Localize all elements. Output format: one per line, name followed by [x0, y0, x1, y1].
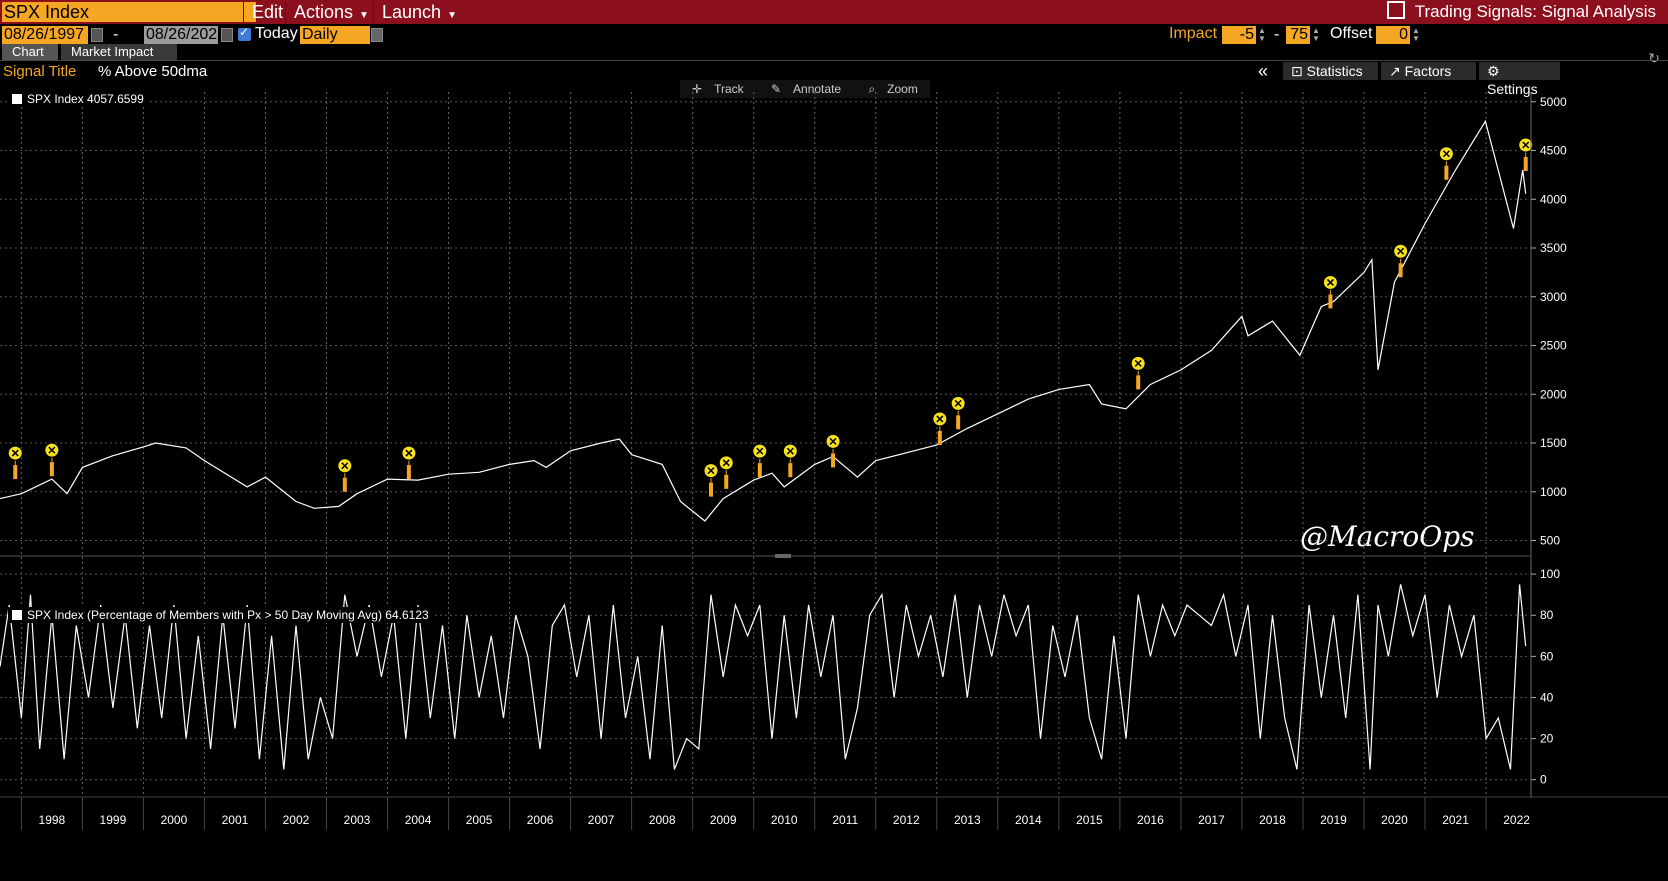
- y-tick-label: 5000: [1540, 95, 1567, 109]
- signal-impact-bar: [49, 462, 54, 477]
- signal-impact-bar: [1328, 294, 1333, 309]
- y-tick-label: 60: [1540, 649, 1554, 663]
- x-tick-label: 2014: [1015, 813, 1042, 827]
- breadth-legend-text: SPX Index (Percentage of Members with Px…: [27, 608, 429, 622]
- y-tick-label: 1000: [1540, 485, 1567, 499]
- x-tick-label: 2020: [1381, 813, 1408, 827]
- y-tick-label: 100: [1540, 567, 1560, 581]
- x-tick-label: 2012: [893, 813, 920, 827]
- x-tick-label: 2010: [771, 813, 798, 827]
- signal-impact-bar: [724, 474, 729, 489]
- legend-swatch: [12, 94, 22, 104]
- y-tick-label: 2500: [1540, 339, 1567, 353]
- x-tick-label: 2017: [1198, 813, 1225, 827]
- x-tick-label: 2006: [527, 813, 554, 827]
- signal-impact-bar: [342, 477, 347, 492]
- y-tick-label: 2000: [1540, 387, 1567, 401]
- y-tick-label: 500: [1540, 534, 1560, 548]
- y-tick-label: 3000: [1540, 290, 1567, 304]
- signal-impact-bar: [1444, 165, 1449, 180]
- y-tick-label: 1500: [1540, 436, 1567, 450]
- signal-impact-bar: [708, 482, 713, 497]
- x-tick-label: 2005: [466, 813, 493, 827]
- price-legend-text: SPX Index 4057.6599: [27, 92, 144, 106]
- signal-impact-bar: [937, 430, 942, 445]
- x-tick-label: 2001: [222, 813, 249, 827]
- x-tick-label: 2021: [1442, 813, 1469, 827]
- panel-resize-handle: [775, 554, 791, 558]
- charts-canvas[interactable]: 1998 1999 2000 2001 2002 2003 2004 2005 2006 2007…: [0, 0, 1668, 881]
- x-tick-label: 2004: [405, 813, 432, 827]
- y-tick-label: 3500: [1540, 241, 1567, 255]
- x-tick-label: 1999: [100, 813, 127, 827]
- signal-impact-bar: [1523, 156, 1528, 171]
- x-tick-label: 2018: [1259, 813, 1286, 827]
- watermark: @MacroOps: [1300, 520, 1475, 553]
- signal-impact-bar: [13, 465, 18, 480]
- x-tick-label: 2022: [1503, 813, 1530, 827]
- x-tick-label: 2002: [283, 813, 310, 827]
- x-tick-label: 2003: [344, 813, 371, 827]
- spx-price-line: [0, 119, 1527, 522]
- y-tick-label: 80: [1540, 608, 1554, 622]
- x-tick-label: 2013: [954, 813, 981, 827]
- x-tick-label: 2016: [1137, 813, 1164, 827]
- signal-impact-bar: [1398, 263, 1403, 278]
- breadth-legend: SPX Index (Percentage of Members with Px…: [8, 607, 433, 623]
- legend-swatch: [12, 610, 22, 620]
- signal-impact-bar: [757, 463, 762, 478]
- y-tick-label: 4000: [1540, 192, 1567, 206]
- price-legend: SPX Index 4057.6599: [8, 91, 148, 107]
- y-tick-label: 0: [1540, 773, 1547, 787]
- signal-impact-bar: [788, 463, 793, 478]
- signal-impact-bar: [831, 453, 836, 468]
- x-tick-label: 1998: [39, 813, 66, 827]
- x-tick-label: 2007: [588, 813, 615, 827]
- x-tick-label: 2000: [161, 813, 188, 827]
- y-tick-label: 4500: [1540, 144, 1567, 158]
- x-tick-label: 2011: [832, 813, 858, 827]
- signal-impact-bar: [406, 465, 411, 480]
- signal-impact-bar: [956, 415, 961, 430]
- x-tick-label: 2015: [1076, 813, 1103, 827]
- x-tick-label: 2019: [1320, 813, 1347, 827]
- y-tick-label: 40: [1540, 690, 1554, 704]
- y-tick-label: 20: [1540, 732, 1554, 746]
- signal-impact-bar: [1136, 375, 1141, 390]
- x-tick-label: 2009: [710, 813, 737, 827]
- x-tick-label: 2008: [649, 813, 676, 827]
